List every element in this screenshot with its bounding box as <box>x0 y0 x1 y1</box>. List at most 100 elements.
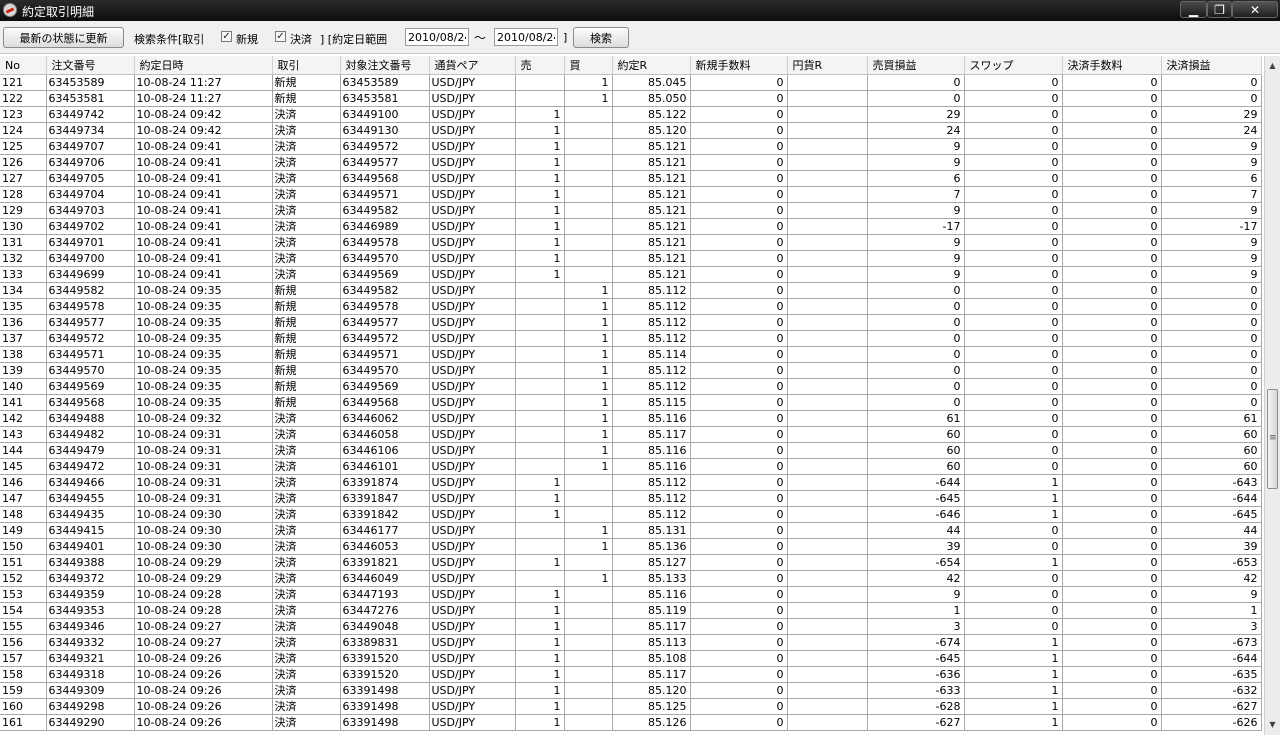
cell-col-buy: 1 <box>564 378 613 395</box>
table-row[interactable]: 161 63449290 10-08-24 09:26 決済 63391498 USD/J… <box>0 714 1262 731</box>
table-row[interactable]: 134 63449582 10-08-24 09:35 新規 63449582 USD/J… <box>0 282 1262 299</box>
cell-col-sell: 1 <box>515 618 565 635</box>
table-row[interactable]: 126 63449706 10-08-24 09:41 決済 63449577 USD/J… <box>0 154 1262 171</box>
table-row[interactable]: 144 63449479 10-08-24 09:31 決済 63446106 USD/J… <box>0 442 1262 459</box>
cell-col-target-order-number: 63449572 <box>340 330 430 347</box>
cell-col-exec-rate: 85.121 <box>612 154 691 171</box>
cell-col-buy: 1 <box>564 538 613 555</box>
table-row[interactable]: 139 63449570 10-08-24 09:35 新規 63449570 USD/J… <box>0 362 1262 379</box>
new-checkbox[interactable]: ✓ <box>221 31 232 42</box>
refresh-button[interactable]: 最新の状態に更新 <box>3 27 124 48</box>
header-col-order-number[interactable]: 注文番号 <box>46 56 135 75</box>
table-row[interactable]: 135 63449578 10-08-24 09:35 新規 63449578 USD/J… <box>0 298 1262 315</box>
table-row[interactable]: 153 63449359 10-08-24 09:28 決済 63447193 USD/J… <box>0 586 1262 603</box>
cell-col-target-order-number: 63391520 <box>340 650 430 667</box>
table-row[interactable]: 154 63449353 10-08-24 09:28 決済 63447276 USD/J… <box>0 602 1262 619</box>
date-from-field[interactable] <box>405 28 469 46</box>
header-col-buy[interactable]: 買 <box>564 56 613 75</box>
header-col-settle-pl[interactable]: 決済損益 <box>1161 56 1262 75</box>
cell-col-trade-pl: -674 <box>867 634 965 651</box>
scrollbar-thumb[interactable]: ≡ <box>1267 389 1278 489</box>
table-row[interactable]: 136 63449577 10-08-24 09:35 新規 63449577 USD/J… <box>0 314 1262 331</box>
table-row[interactable]: 150 63449401 10-08-24 09:30 決済 63446053 USD/J… <box>0 538 1262 555</box>
cell-col-order-number: 63449298 <box>46 698 135 715</box>
table-row[interactable]: 132 63449700 10-08-24 09:41 決済 63449570 USD/J… <box>0 250 1262 267</box>
table-row[interactable]: 145 63449472 10-08-24 09:31 決済 63446101 USD/J… <box>0 458 1262 475</box>
table-row[interactable]: 128 63449704 10-08-24 09:41 決済 63449571 USD/J… <box>0 186 1262 203</box>
maximize-button[interactable]: ❐ <box>1207 1 1232 18</box>
table-row[interactable]: 151 63449388 10-08-24 09:29 決済 63391821 USD/J… <box>0 554 1262 571</box>
cell-col-settle-fee: 0 <box>1062 458 1162 475</box>
cell-col-settle-fee: 0 <box>1062 122 1162 139</box>
scroll-up-icon[interactable]: ▲ <box>1267 60 1278 72</box>
table-row[interactable]: 158 63449318 10-08-24 09:26 決済 63391520 USD/J… <box>0 666 1262 683</box>
cell-col-no: 148 <box>0 506 47 523</box>
table-row[interactable]: 129 63449703 10-08-24 09:41 決済 63449582 USD/J… <box>0 202 1262 219</box>
table-row[interactable]: 137 63449572 10-08-24 09:35 新規 63449572 USD/J… <box>0 330 1262 347</box>
table-row[interactable]: 141 63449568 10-08-24 09:35 新規 63449568 USD/J… <box>0 394 1262 411</box>
table-row[interactable]: 160 63449298 10-08-24 09:26 決済 63391498 USD/J… <box>0 698 1262 715</box>
table-row[interactable]: 121 63453589 10-08-24 11:27 新規 63453589 USD/J… <box>0 74 1262 91</box>
table-row[interactable]: 124 63449734 10-08-24 09:42 決済 63449130 USD/J… <box>0 122 1262 139</box>
header-col-new-fee[interactable]: 新規手数料 <box>690 56 788 75</box>
table-row[interactable]: 156 63449332 10-08-24 09:27 決済 63389831 USD/J… <box>0 634 1262 651</box>
cell-col-order-number: 63449702 <box>46 218 135 235</box>
table-row[interactable]: 123 63449742 10-08-24 09:42 決済 63449100 USD/J… <box>0 106 1262 123</box>
cell-col-exec-datetime: 10-08-24 09:26 <box>134 650 273 667</box>
header-col-yen-rate[interactable]: 円貨R <box>787 56 868 75</box>
cell-col-buy <box>564 554 613 571</box>
header-col-no[interactable]: No <box>0 56 47 75</box>
table-row[interactable]: 159 63449309 10-08-24 09:26 決済 63391498 USD/J… <box>0 682 1262 699</box>
table-row[interactable]: 131 63449701 10-08-24 09:41 決済 63449578 USD/J… <box>0 234 1262 251</box>
settled-checkbox[interactable]: ✓ <box>275 31 286 42</box>
date-to-field[interactable] <box>494 28 558 46</box>
cell-col-exec-datetime: 10-08-24 09:31 <box>134 426 273 443</box>
cell-col-settle-pl: -626 <box>1161 714 1262 731</box>
cell-col-target-order-number: 63446101 <box>340 458 430 475</box>
table-row[interactable]: 138 63449571 10-08-24 09:35 新規 63449571 USD/J… <box>0 346 1262 363</box>
cell-col-target-order-number: 63449577 <box>340 314 430 331</box>
header-col-trade-type[interactable]: 取引 <box>272 56 341 75</box>
header-col-swap[interactable]: スワップ <box>964 56 1063 75</box>
table-row[interactable]: 149 63449415 10-08-24 09:30 決済 63446177 USD/J… <box>0 522 1262 539</box>
cell-col-no: 126 <box>0 154 47 171</box>
close-button[interactable]: ✕ <box>1232 1 1278 18</box>
table-row[interactable]: 125 63449707 10-08-24 09:41 決済 63449572 USD/J… <box>0 138 1262 155</box>
table-row[interactable]: 142 63449488 10-08-24 09:32 決済 63446062 USD/J… <box>0 410 1262 427</box>
table-row[interactable]: 127 63449705 10-08-24 09:41 決済 63449568 USD/J… <box>0 170 1262 187</box>
table-row[interactable]: 133 63449699 10-08-24 09:41 決済 63449569 USD/J… <box>0 266 1262 283</box>
cell-col-new-fee: 0 <box>690 138 788 155</box>
header-col-exec-rate[interactable]: 約定R <box>612 56 691 75</box>
cell-col-exec-datetime: 10-08-24 09:26 <box>134 666 273 683</box>
minimize-button[interactable]: ▁ <box>1180 1 1207 18</box>
cell-col-settle-pl: 9 <box>1161 138 1262 155</box>
cell-col-new-fee: 0 <box>690 586 788 603</box>
header-col-currency-pair[interactable]: 通貨ペア <box>429 56 516 75</box>
header-col-settle-fee[interactable]: 決済手数料 <box>1062 56 1162 75</box>
cell-col-yen-rate <box>787 170 868 187</box>
header-col-trade-pl[interactable]: 売買損益 <box>867 56 965 75</box>
cell-col-exec-rate: 85.122 <box>612 106 691 123</box>
cell-col-yen-rate <box>787 250 868 267</box>
header-col-target-order-number[interactable]: 対象注文番号 <box>340 56 430 75</box>
search-button[interactable]: 検索 <box>573 27 629 48</box>
table-row[interactable]: 147 63449455 10-08-24 09:31 決済 63391847 USD/J… <box>0 490 1262 507</box>
table-row[interactable]: 130 63449702 10-08-24 09:41 決済 63446989 USD/J… <box>0 218 1262 235</box>
table-row[interactable]: 122 63453581 10-08-24 11:27 新規 63453581 USD/J… <box>0 90 1262 107</box>
table-row[interactable]: 148 63449435 10-08-24 09:30 決済 63391842 USD/J… <box>0 506 1262 523</box>
scroll-down-icon[interactable]: ▼ <box>1267 719 1278 731</box>
table-row[interactable]: 152 63449372 10-08-24 09:29 決済 63446049 USD/J… <box>0 570 1262 587</box>
table-row[interactable]: 155 63449346 10-08-24 09:27 決済 63449048 USD/J… <box>0 618 1262 635</box>
header-col-exec-datetime[interactable]: 約定日時 <box>134 56 273 75</box>
table-row[interactable]: 157 63449321 10-08-24 09:26 決済 63391520 USD/J… <box>0 650 1262 667</box>
cell-col-exec-datetime: 10-08-24 09:41 <box>134 138 273 155</box>
cell-col-trade-pl: 9 <box>867 586 965 603</box>
header-col-sell[interactable]: 売 <box>515 56 565 75</box>
table-row[interactable]: 140 63449569 10-08-24 09:35 新規 63449569 USD/J… <box>0 378 1262 395</box>
cell-col-exec-datetime: 10-08-24 11:27 <box>134 90 273 107</box>
table-row[interactable]: 143 63449482 10-08-24 09:31 決済 63446058 USD/J… <box>0 426 1262 443</box>
cell-col-target-order-number: 63449577 <box>340 154 430 171</box>
vertical-scrollbar[interactable]: ▲ ≡ ▼ <box>1264 56 1280 735</box>
cell-col-trade-type: 決済 <box>272 522 341 539</box>
table-row[interactable]: 146 63449466 10-08-24 09:31 決済 63391874 USD/J… <box>0 474 1262 491</box>
